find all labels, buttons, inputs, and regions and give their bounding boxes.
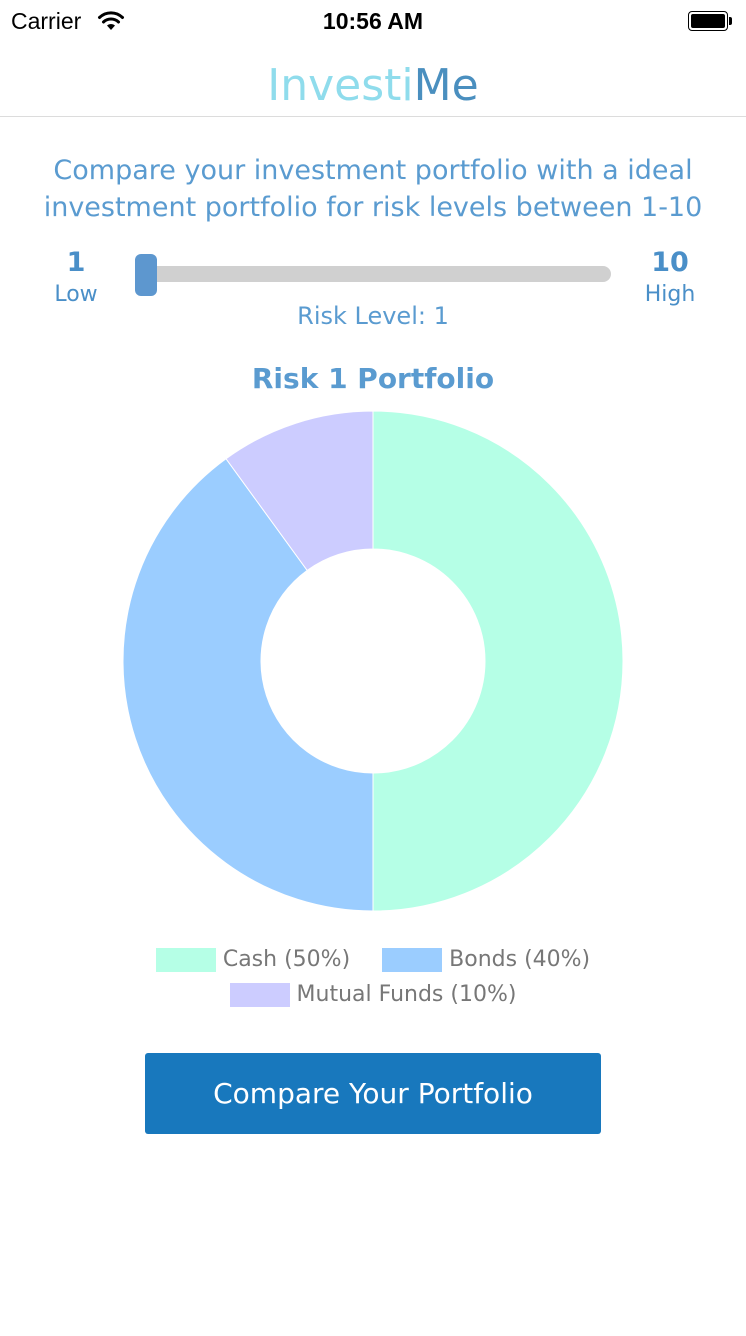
donut-slice-cash bbox=[372, 410, 624, 912]
brand-part1: Investi bbox=[267, 60, 414, 111]
nav-bar: InvestiMe bbox=[0, 44, 746, 117]
chart-title: Risk 1 Portfolio bbox=[251, 362, 495, 395]
app-logo: InvestiMe bbox=[0, 60, 746, 112]
brand-part2: Me bbox=[413, 60, 479, 111]
legend-row-1: Cash (50%) Bonds (40%) bbox=[0, 947, 746, 972]
legend-label-cash: Cash (50%) bbox=[222, 947, 351, 972]
slider-min-value: 1 bbox=[66, 247, 86, 278]
legend-swatch-mutual-funds bbox=[229, 982, 290, 1007]
legend-label-mutual-funds: Mutual Funds (10%) bbox=[296, 982, 517, 1007]
legend-row-2: Mutual Funds (10%) bbox=[0, 982, 746, 1007]
risk-level-label: Risk Level: 1 bbox=[297, 302, 449, 330]
legend-item-bonds: Bonds (40%) bbox=[382, 947, 590, 972]
donut-slice-bonds bbox=[122, 458, 374, 912]
legend-swatch-bonds bbox=[382, 947, 443, 972]
battery-icon bbox=[688, 11, 734, 33]
legend-item-cash: Cash (50%) bbox=[155, 947, 351, 972]
intro-text: Compare your investment portfolio with a… bbox=[43, 155, 703, 223]
slider-max-value: 10 bbox=[651, 247, 689, 278]
status-time: 10:56 AM bbox=[322, 8, 424, 34]
risk-slider-track[interactable] bbox=[145, 266, 611, 282]
compare-portfolio-button[interactable]: Compare Your Portfolio bbox=[145, 1053, 601, 1134]
legend-swatch-cash bbox=[155, 947, 216, 972]
donut-slice-mutual-funds bbox=[225, 410, 374, 572]
risk-slider-thumb[interactable] bbox=[135, 254, 157, 296]
legend-label-bonds: Bonds (40%) bbox=[449, 947, 591, 972]
status-bar: Carrier 10:56 AM bbox=[0, 0, 746, 44]
legend-item-mutual-funds: Mutual Funds (10%) bbox=[229, 982, 517, 1007]
